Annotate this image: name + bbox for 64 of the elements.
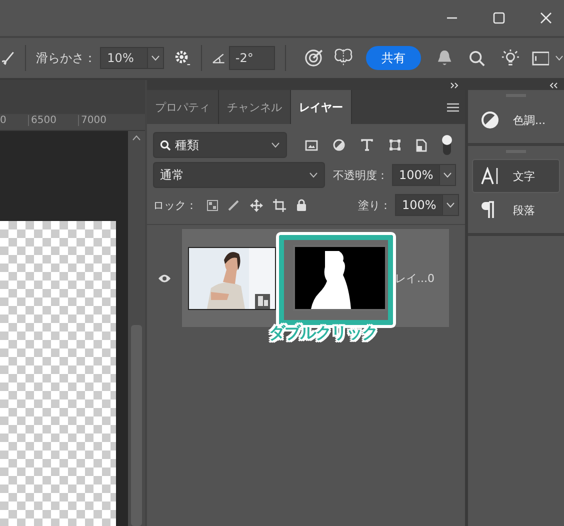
opacity-dropdown[interactable] — [440, 164, 456, 186]
smart-object-filter-icon[interactable] — [416, 138, 428, 152]
panel-tab[interactable]: レイヤー — [291, 90, 352, 124]
expand-icon[interactable] — [549, 82, 558, 88]
maximize-icon[interactable] — [493, 12, 505, 24]
search-icon — [160, 140, 171, 150]
caret-icon — [446, 202, 455, 208]
fill-field[interactable]: 100% — [395, 194, 443, 216]
crop-icon[interactable] — [273, 198, 286, 212]
brush-icon[interactable] — [2, 50, 16, 66]
caret-icon — [271, 142, 280, 148]
image-filter-icon[interactable] — [304, 140, 318, 150]
settings-icon[interactable] — [174, 49, 192, 67]
fill-dropdown[interactable] — [443, 194, 459, 216]
ruler-label: 6500 — [28, 115, 56, 126]
panel-tab[interactable]: チャンネル — [219, 90, 291, 124]
layer-name: レイ...0 — [395, 270, 434, 286]
angle-field[interactable]: -2° — [229, 46, 276, 70]
lock-label: ロック： — [153, 198, 197, 212]
opacity-field[interactable]: 100% — [392, 164, 440, 186]
type-filter-icon[interactable] — [361, 139, 374, 151]
move-icon[interactable] — [250, 198, 263, 212]
workspace-icon[interactable] — [532, 50, 550, 66]
caret-icon — [151, 55, 160, 61]
character-icon — [481, 167, 499, 185]
lock-transparency-icon[interactable] — [207, 200, 218, 210]
filter-value: 種類 — [175, 136, 200, 154]
panel-button[interactable]: 段落 — [472, 193, 560, 227]
filter-toggle[interactable] — [443, 135, 452, 155]
opacity-label: 不透明度： — [333, 168, 388, 182]
lightbulb-icon[interactable] — [500, 48, 520, 68]
paintbrush-icon[interactable] — [228, 199, 240, 211]
scroll-up-icon[interactable] — [132, 135, 141, 141]
shape-filter-icon[interactable] — [388, 139, 401, 151]
smoothing-field[interactable]: 10% — [100, 47, 148, 69]
panel-button[interactable]: 文字 — [472, 159, 560, 193]
bell-icon[interactable] — [437, 49, 453, 67]
ruler-label: 0 — [0, 115, 6, 126]
adjustments-icon — [481, 111, 499, 129]
smoothing-label: 滑らかさ： — [36, 50, 96, 66]
adjustment-filter-icon[interactable] — [333, 139, 346, 151]
blend-mode-dropdown[interactable]: 通常 — [153, 162, 325, 188]
caret-icon — [309, 172, 318, 178]
panel-button[interactable]: 色調... — [472, 103, 560, 137]
angle-icon — [212, 52, 226, 64]
panel-tab[interactable]: プロパティ — [147, 90, 219, 124]
lock-icon[interactable] — [296, 199, 307, 211]
target-brush-icon[interactable] — [304, 48, 326, 68]
fill-label: 塗り： — [358, 198, 391, 212]
share-button[interactable]: 共有 — [366, 46, 422, 70]
collapse-icon[interactable] — [450, 82, 459, 88]
close-icon[interactable] — [540, 12, 552, 24]
scrollbar[interactable] — [128, 131, 145, 526]
search-icon[interactable] — [468, 50, 485, 66]
menu-icon[interactable] — [447, 102, 459, 112]
caret-icon[interactable] — [555, 55, 564, 61]
ruler-label: 7000 — [78, 115, 106, 126]
blend-mode-value: 通常 — [160, 166, 185, 184]
smoothing-dropdown[interactable] — [148, 47, 164, 69]
butterfly-icon[interactable] — [333, 48, 354, 68]
filter-dropdown[interactable]: 種類 — [153, 132, 287, 158]
layer-mask-thumbnail[interactable] — [295, 247, 385, 309]
caret-icon — [443, 172, 452, 178]
eye-icon[interactable] — [158, 274, 171, 282]
